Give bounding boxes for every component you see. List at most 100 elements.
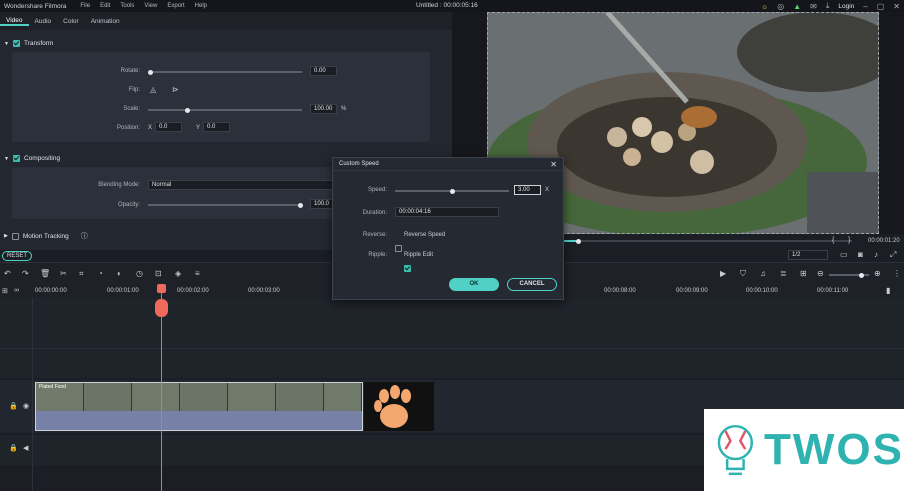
ruler-label: 00:00:10:00 xyxy=(746,288,778,294)
compositing-checkbox[interactable] xyxy=(12,155,20,162)
fullscreen-icon[interactable]: ⤢ xyxy=(890,250,896,260)
position-x-input[interactable]: 0.0 xyxy=(155,122,182,132)
zoom-in-icon[interactable]: ⊕ xyxy=(874,269,881,278)
volume-icon[interactable]: ♪ xyxy=(874,250,878,259)
sun-icon[interactable]: ☼ xyxy=(761,2,768,11)
watermark-text: TWOS xyxy=(764,425,904,474)
color-icon[interactable]: ◐ xyxy=(117,269,122,278)
tab-audio[interactable]: Audio xyxy=(29,18,58,25)
voiceover-icon[interactable]: ≣ xyxy=(780,269,787,278)
motion-tracking-row[interactable]: ▶ Motion Tracking ⓘ xyxy=(4,231,88,241)
cut-icon[interactable]: ✂ xyxy=(60,269,67,278)
eye-icon[interactable]: ◉ xyxy=(23,402,29,410)
speed-knob[interactable] xyxy=(450,188,455,194)
zoom-knob[interactable] xyxy=(859,272,864,278)
rotate-knob[interactable] xyxy=(148,69,153,75)
rotate-input[interactable]: 0.00 xyxy=(310,66,337,76)
render-icon[interactable]: ▭ xyxy=(840,250,848,259)
snapshot-icon[interactable]: ◙ xyxy=(858,250,863,259)
maximize-icon[interactable]: ▢ xyxy=(877,2,885,11)
mail-icon[interactable]: ✉ xyxy=(810,2,817,11)
opacity-slider[interactable] xyxy=(148,202,303,208)
cancel-button[interactable]: CANCEL xyxy=(507,278,557,291)
x-label: X xyxy=(148,125,153,131)
rotate-slider[interactable] xyxy=(148,69,302,75)
next-frame-icon[interactable]: } xyxy=(848,237,850,244)
collapse-icon[interactable]: ▼ xyxy=(4,41,9,47)
menu-file[interactable]: File xyxy=(80,3,90,9)
reverse-checkbox[interactable] xyxy=(395,245,402,252)
position-y-input[interactable]: 0.0 xyxy=(203,122,230,132)
crop-icon[interactable]: ⌗ xyxy=(79,269,84,279)
snap-icon[interactable]: ⊞ xyxy=(800,269,807,278)
delete-icon[interactable]: 🗑 xyxy=(40,269,50,278)
mic-icon[interactable]: ♫ xyxy=(760,269,766,278)
timeline-menu-icon[interactable]: ⋮ xyxy=(893,269,901,278)
prev-frame-icon[interactable]: { xyxy=(832,237,834,244)
bulb-logo xyxy=(717,424,754,476)
scroll-handle-icon[interactable]: ▮ xyxy=(886,286,890,295)
compositing-header[interactable]: ▼ Compositing xyxy=(4,155,60,162)
menu-help[interactable]: Help xyxy=(195,3,207,9)
reset-button[interactable]: RESET xyxy=(2,251,32,261)
clip-audio-strip xyxy=(36,411,362,430)
lock-icon[interactable]: 🔒 xyxy=(9,444,18,452)
opacity-knob[interactable] xyxy=(298,202,303,208)
scale-slider[interactable] xyxy=(148,107,302,113)
help-icon[interactable]: ⓘ xyxy=(81,231,88,241)
blend-mode-select[interactable]: Normal xyxy=(148,180,334,190)
zoom-out-icon[interactable]: ⊖ xyxy=(817,269,824,278)
close-icon[interactable]: ✕ xyxy=(550,160,557,169)
menu-view[interactable]: View xyxy=(144,3,157,9)
playhead-marker[interactable] xyxy=(155,299,168,317)
scale-knob[interactable] xyxy=(185,107,190,113)
keyframe-icon[interactable]: ◈ xyxy=(175,269,181,278)
motion-tracking-checkbox[interactable] xyxy=(11,232,19,240)
render-preview-icon[interactable]: ▶ xyxy=(720,269,726,278)
lock-icon[interactable]: 🔒 xyxy=(9,402,18,410)
redo-icon[interactable]: ↷ xyxy=(22,269,29,278)
flip-horizontal-icon[interactable]: ◬ xyxy=(150,85,156,94)
tab-color[interactable]: Color xyxy=(57,18,85,25)
shield-icon[interactable]: ⛉ xyxy=(740,269,746,279)
tab-video[interactable]: Video xyxy=(0,17,29,26)
video-clip[interactable]: Plated Food xyxy=(35,382,363,431)
zoom-fit-icon[interactable]: ⊡ xyxy=(155,269,162,278)
collapse-icon[interactable]: ▼ xyxy=(4,156,9,162)
timer-icon[interactable]: ◷ xyxy=(136,269,143,278)
speed-input[interactable]: 3.00 xyxy=(514,185,541,195)
scale-input[interactable]: 100.00 xyxy=(310,104,337,114)
undo-icon[interactable]: ↶ xyxy=(4,269,11,278)
close-icon[interactable]: ✕ xyxy=(893,2,900,11)
link-icon[interactable]: ∞ xyxy=(14,287,19,294)
cart-icon[interactable]: ▲ xyxy=(793,2,801,11)
speed-icon[interactable]: ◔ xyxy=(98,269,103,278)
download-icon[interactable]: ⤓ xyxy=(826,1,830,11)
zoom-slider[interactable] xyxy=(829,272,869,278)
menu-tools[interactable]: Tools xyxy=(120,3,134,9)
add-track-icon[interactable]: ⊞ xyxy=(2,287,8,295)
transform-checkbox[interactable] xyxy=(12,40,20,47)
preview-progress[interactable] xyxy=(562,238,852,244)
flip-vertical-icon[interactable]: ⊳ xyxy=(172,85,179,94)
menu-edit[interactable]: Edit xyxy=(100,3,110,9)
ratio-select[interactable]: 1/2 xyxy=(788,250,828,260)
transform-title: Transform xyxy=(23,40,54,47)
menu-export[interactable]: Export xyxy=(167,3,184,9)
login-link[interactable]: Login xyxy=(838,3,854,10)
expand-icon[interactable]: ▶ xyxy=(4,233,8,239)
minimize-icon[interactable]: – xyxy=(863,2,867,11)
ok-button[interactable]: OK xyxy=(449,278,499,291)
ripple-checkbox[interactable] xyxy=(403,265,411,272)
preview-knob[interactable] xyxy=(576,238,581,244)
playhead-handle[interactable] xyxy=(157,284,166,293)
audio-mixer-icon[interactable]: ≡ xyxy=(195,269,200,278)
twos-watermark: TWOS xyxy=(704,409,904,491)
speaker-icon[interactable]: ◀ xyxy=(23,444,28,452)
speed-slider[interactable] xyxy=(395,188,509,194)
headset-icon[interactable]: ◎ xyxy=(777,2,784,11)
transform-header[interactable]: ▼ Transform xyxy=(4,40,53,47)
tab-animation[interactable]: Animation xyxy=(85,18,126,25)
duration-input[interactable]: 00:00:04:16 xyxy=(395,207,499,217)
paw-clip[interactable] xyxy=(364,382,434,431)
